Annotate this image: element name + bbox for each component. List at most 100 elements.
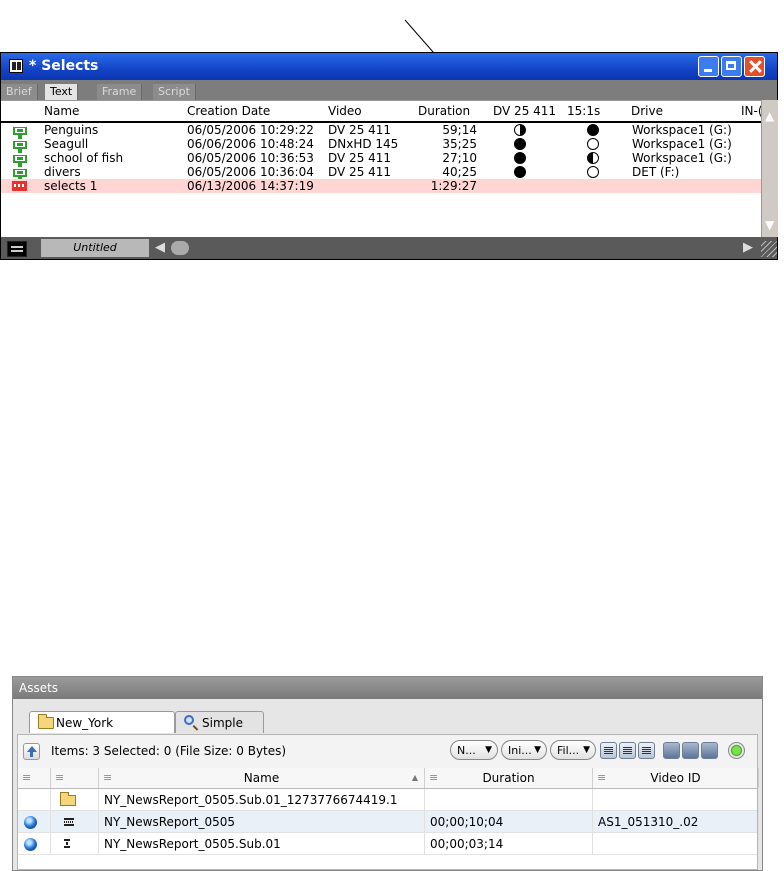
media-status-15-1s-icon [587, 124, 599, 136]
clip-icon [13, 166, 27, 181]
media-status-dv25-icon [514, 166, 526, 178]
asset-status-cell [18, 833, 51, 855]
bin-view-menu-icon[interactable] [7, 241, 27, 257]
column-header-drive[interactable]: Drive [631, 104, 663, 118]
scroll-up-arrow-icon[interactable]: ▲ [765, 110, 775, 122]
asset-row[interactable]: NY_NewsReport_0505.Sub.01 00;00;03;14 [18, 833, 759, 855]
asset-status-cell [18, 789, 51, 811]
bin-cell-video: DNxHD 145 [328, 137, 399, 151]
refresh-status-icon[interactable] [728, 742, 745, 759]
bin-view-tabs: Brief Text Frame Script [1, 80, 777, 100]
column-header-duration[interactable]: ≡ Duration [425, 768, 593, 788]
selects-bin-window: * Selects Brief Text Frame Script Name C… [0, 52, 778, 260]
bin-row-clip[interactable]: Seagull 06/06/2006 10:48:24 DNxHD 145 35;25… [1, 137, 761, 153]
scroll-down-arrow-icon[interactable]: ▼ [765, 219, 775, 231]
tab-script[interactable]: Script [153, 84, 196, 100]
bin-vertical-scrollbar[interactable]: ▲ ▼ [761, 100, 778, 237]
bin-cell-date: 06/06/2006 10:48:24 [187, 137, 314, 151]
column-header-in[interactable]: IN-( [741, 104, 763, 118]
assets-header-row: ≡ ≡ ≡ Name ▲ ≡ Duration ≡ Video ID [18, 768, 759, 789]
assets-toolbar: Items: 3 Selected: 0 (File Size: 0 Bytes… [18, 735, 757, 769]
bin-cell-drive: DET (F:) [632, 165, 680, 179]
bin-cell-video: DV 25 411 [328, 165, 392, 179]
bin-footer: Untitled ◀ ▶ [1, 237, 777, 259]
asset-cell-duration: 00;00;10;04 [425, 811, 593, 833]
chevron-down-icon: ▼ [534, 745, 541, 755]
bin-title-bar[interactable]: * Selects [1, 53, 777, 80]
thumbnail-view-icon[interactable] [638, 742, 655, 759]
chevron-down-icon: ▼ [485, 745, 492, 755]
maximize-button[interactable] [721, 56, 742, 77]
scroll-left-arrow-icon[interactable]: ◀ [155, 240, 165, 255]
layout-one-icon[interactable] [663, 742, 680, 759]
asset-row[interactable]: NY_NewsReport_0505 00;00;10;04 AS1_051310_… [18, 811, 759, 833]
bin-cell-name: school of fish [44, 151, 124, 165]
asset-cell-video-id [593, 789, 759, 811]
tab-new-york[interactable]: New_York [29, 711, 175, 733]
filter-dropdown-ini[interactable]: Ini... ▼ [501, 740, 547, 760]
bin-cell-duration: 1:29:27 [430, 179, 477, 193]
filter-dropdown-name[interactable]: N... ▼ [450, 740, 498, 760]
asset-type-cell [51, 811, 99, 833]
tab-frame[interactable]: Frame [97, 84, 143, 100]
column-header-name-label: Name [243, 771, 280, 785]
list-view-icon[interactable] [600, 742, 617, 759]
filter-dropdown-fil[interactable]: Fil... ▼ [550, 740, 596, 760]
bin-row-clip[interactable]: divers 06/05/2006 10:36:04 DV 25 411 40;25 D… [1, 165, 761, 181]
asset-type-cell [51, 833, 99, 855]
column-header-creation-date[interactable]: Creation Date [187, 104, 270, 118]
asset-type-cell [51, 789, 99, 811]
resize-grip-icon[interactable] [761, 241, 777, 257]
tab-new-york-label: New_York [56, 716, 114, 730]
bin-cell-duration: 27;10 [442, 151, 477, 165]
clip-icon [13, 152, 27, 167]
asset-row[interactable]: NY_NewsReport_0505.Sub.01_1273776674419.… [18, 789, 759, 811]
bin-cell-duration: 35;25 [442, 137, 477, 151]
bin-view-name[interactable]: Untitled [41, 239, 149, 257]
assets-body: Items: 3 Selected: 0 (File Size: 0 Bytes… [17, 734, 759, 870]
detail-view-icon[interactable] [619, 742, 636, 759]
media-status-15-1s-icon [587, 166, 599, 178]
layout-three-icon[interactable] [701, 742, 718, 759]
minimize-button[interactable] [698, 56, 719, 77]
media-status-dv25-icon [514, 138, 526, 150]
column-header-duration-label: Duration [482, 771, 535, 785]
sort-ascending-icon: ▲ [411, 773, 418, 782]
column-header-video[interactable]: Video [328, 104, 362, 118]
asset-cell-video-id: AS1_051310_.02 [593, 811, 759, 833]
column-handle-icon: ≡ [22, 771, 32, 784]
tab-brief[interactable]: Brief [1, 84, 38, 100]
folder-icon [38, 714, 54, 729]
tab-simple[interactable]: Simple [175, 711, 264, 733]
bin-cell-duration: 59;14 [442, 123, 477, 137]
tab-text[interactable]: Text [45, 84, 79, 100]
close-button[interactable] [744, 56, 765, 77]
layout-two-icon[interactable] [682, 742, 699, 759]
scroll-right-arrow-icon[interactable]: ▶ [743, 240, 753, 255]
column-header-video-id-label: Video ID [650, 771, 701, 785]
items-status: Items: 3 Selected: 0 (File Size: 0 Bytes… [51, 744, 287, 758]
column-header-status[interactable]: ≡ [18, 768, 51, 788]
column-header-name[interactable]: Name [44, 104, 79, 118]
column-header-dv25[interactable]: DV 25 411 [493, 104, 556, 118]
bin-row-clip[interactable]: school of fish 06/05/2006 10:36:53 DV 25 4… [1, 151, 761, 167]
subclip-icon [64, 839, 70, 848]
horizontal-scroll-thumb[interactable] [171, 241, 189, 255]
column-handle-icon: ≡ [55, 771, 65, 784]
column-header-type[interactable]: ≡ [51, 768, 99, 788]
column-header-15-1s[interactable]: 15:1s [567, 104, 600, 118]
bin-cell-drive: Workspace1 (G:) [632, 151, 732, 165]
column-header-duration[interactable]: Duration [418, 104, 470, 118]
asset-cell-duration: 00;00;03;14 [425, 833, 593, 855]
bin-grid: Name Creation Date Video Duration DV 25 … [1, 100, 763, 238]
sequence-icon [64, 818, 74, 826]
chevron-down-icon: ▼ [583, 745, 590, 755]
bin-row-sequence[interactable]: selects 1 06/13/2006 14:37:19 1:29:27 [1, 179, 761, 193]
asset-cell-name: NY_NewsReport_0505 [99, 811, 425, 833]
column-header-video-id[interactable]: ≡ Video ID [593, 768, 759, 788]
filter-dropdown-name-label: N... [457, 744, 476, 757]
assets-title: Assets [19, 681, 59, 695]
bin-row-clip[interactable]: Penguins 06/05/2006 10:29:22 DV 25 411 59;1… [1, 123, 761, 139]
up-folder-button[interactable] [23, 743, 40, 760]
column-header-name[interactable]: ≡ Name ▲ [99, 768, 425, 788]
